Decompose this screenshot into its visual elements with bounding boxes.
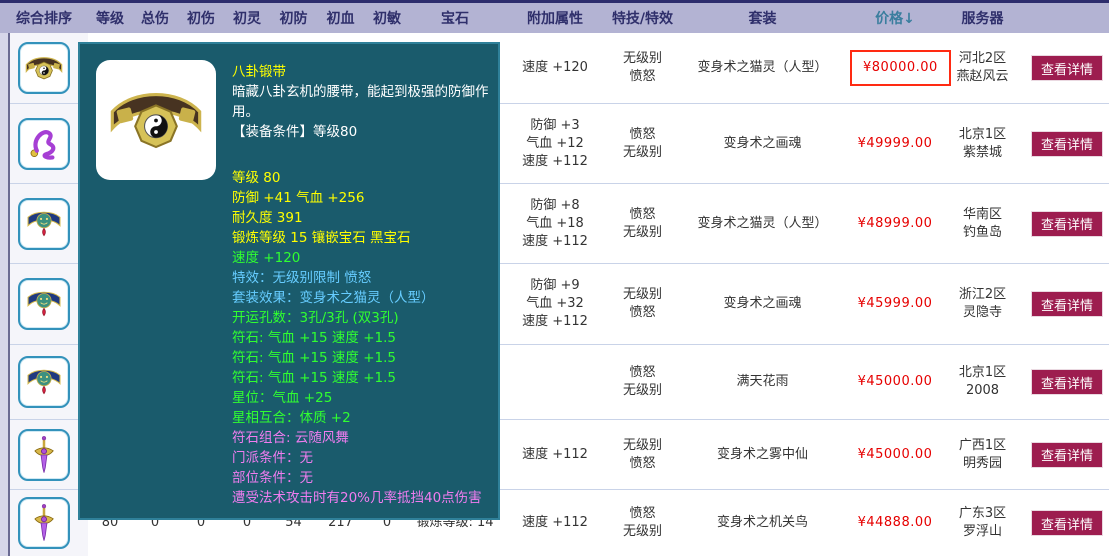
price-highlight-box: ¥80000.00: [850, 50, 951, 86]
cell-price: ¥45000.00: [857, 374, 933, 389]
bagua-belt-icon[interactable]: [18, 42, 70, 94]
item-description: 暗藏八卦玄机的腰带，能起到极强的防御作用。: [232, 84, 489, 120]
col-header-server: 服务器: [961, 11, 1004, 27]
cell-price: ¥80000.00: [850, 50, 951, 86]
stat-line: 符石: 气血 +15 速度 +1.5: [232, 370, 396, 386]
price-label: 价格: [875, 11, 904, 27]
purple-sword-icon[interactable]: [18, 428, 70, 481]
cell-attrs: 防御 +9 气血 +32 速度 +112: [522, 278, 588, 329]
col-header-zongshang[interactable]: 总伤: [132, 8, 178, 28]
cell-server: 广西1区 明秀园: [958, 437, 1007, 471]
cell-attrs: 速度 +112: [522, 446, 588, 462]
stat-line: 遭受法术攻击时有20%几率抵挡40点伤害: [232, 490, 482, 506]
item-icon-cell: [0, 33, 88, 103]
stat-line: 耐久度 391: [232, 210, 303, 226]
cell-attrs: 防御 +3 气血 +12 速度 +112: [522, 117, 588, 169]
purple-whip-icon[interactable]: [18, 117, 70, 170]
cell-suit: 变身术之机关鸟: [716, 515, 808, 530]
cell-price: ¥45000.00: [857, 446, 933, 462]
cell-suit: 变身术之画魂: [723, 135, 802, 151]
table-header: 综合排序 等级 总伤 初伤 初灵 初防 初血 初敏 宝石 附加属性 特技/特效 …: [0, 0, 1109, 33]
stat-line: 套装效果：变身术之猫灵（人型）: [232, 290, 435, 306]
cell-server: 广东3区 罗浮山: [958, 506, 1007, 539]
col-header-suit: 套装: [748, 11, 777, 27]
sort-desc-icon: ↓: [903, 11, 915, 27]
col-header-level[interactable]: 等级: [88, 8, 132, 28]
cell-price: ¥49999.00: [857, 135, 933, 151]
blue-belt-icon[interactable]: [18, 356, 70, 408]
col-header-chuxue[interactable]: 初血: [317, 8, 364, 28]
cell-server: 河北2区 燕赵风云: [956, 51, 1009, 84]
view-details-button[interactable]: 查看详情: [1031, 441, 1103, 468]
item-tooltip-body: 八卦锻带 暗藏八卦玄机的腰带，能起到极强的防御作用。 【装备条件】等级80 等级…: [232, 62, 490, 508]
cell-attrs: 防御 +8 气血 +18 速度 +112: [522, 197, 588, 249]
cell-attrs: 速度 +120: [522, 60, 588, 75]
item-image: [96, 60, 216, 180]
blue-belt-icon[interactable]: [18, 197, 70, 250]
cell-attrs: 速度 +112: [522, 515, 588, 530]
col-header-chushang[interactable]: 初伤: [178, 8, 224, 28]
cell-effects: 无级别 愤怒: [622, 287, 662, 320]
item-icon-cell: [0, 264, 88, 344]
item-equip-condition: 【装备条件】等级80: [232, 124, 358, 140]
stat-line: 符石: 气血 +15 速度 +1.5: [232, 350, 396, 366]
stat-line: 锻炼等级 15 镶嵌宝石 黑宝石: [232, 230, 411, 246]
stat-line: 星位：气血 +25: [232, 390, 333, 406]
cell-server: 北京1区 紫禁城: [958, 126, 1007, 160]
stat-line: 部位条件：无: [232, 470, 313, 486]
view-details-button[interactable]: 查看详情: [1031, 369, 1103, 395]
item-icon-cell: [0, 490, 88, 556]
item-tooltip: 八卦锻带 暗藏八卦玄机的腰带，能起到极强的防御作用。 【装备条件】等级80 等级…: [78, 42, 500, 520]
cell-price: ¥48999.00: [857, 215, 933, 231]
view-details-button[interactable]: 查看详情: [1031, 55, 1103, 81]
left-edge-strip: [0, 0, 10, 556]
stat-line: 速度 +120: [232, 250, 301, 266]
stat-line: 星相互合：体质 +2: [232, 410, 351, 426]
col-header-attrs: 附加属性: [527, 11, 583, 27]
stat-line: 特效：无级别限制 愤怒: [232, 270, 372, 286]
purple-sword-icon[interactable]: [18, 497, 70, 549]
cell-server: 浙江2区 灵隐寺: [958, 287, 1007, 320]
col-header-chufang[interactable]: 初防: [270, 8, 317, 28]
view-details-button[interactable]: 查看详情: [1031, 130, 1103, 157]
cell-suit: 变身术之猫灵（人型）: [697, 215, 828, 231]
item-icon-cell: [0, 104, 88, 183]
col-header-gem: 宝石: [441, 11, 469, 27]
view-details-button[interactable]: 查看详情: [1031, 291, 1103, 317]
cell-effects: 愤怒 无级别: [622, 506, 662, 539]
col-header-price[interactable]: 价格↓: [850, 8, 940, 28]
item-title: 八卦锻带: [232, 64, 286, 80]
stat-line: 符石: 气血 +15 速度 +1.5: [232, 330, 396, 346]
cell-price: ¥45999.00: [857, 296, 933, 311]
item-icon-cell: [0, 184, 88, 263]
cell-suit: 变身术之猫灵（人型）: [697, 60, 828, 75]
item-stats: 等级 80 防御 +41 气血 +256 耐久度 391 锻炼等级 15 镶嵌宝…: [232, 168, 490, 508]
stat-line: 开运孔数：3孔/3孔 (双3孔): [232, 310, 399, 326]
stat-line: 符石组合: 云随风舞: [232, 430, 349, 446]
cell-effects: 愤怒 无级别: [622, 365, 662, 398]
col-header-sort[interactable]: 综合排序: [0, 8, 88, 28]
item-market-page: 综合排序 等级 总伤 初伤 初灵 初防 初血 初敏 宝石 附加属性 特技/特效 …: [0, 0, 1109, 556]
item-icon-cell: [0, 420, 88, 489]
cell-effects: 愤怒 无级别: [622, 206, 662, 240]
item-icon-cell: [0, 345, 88, 419]
col-header-chuling[interactable]: 初灵: [224, 8, 270, 28]
blue-belt-icon[interactable]: [18, 278, 70, 330]
view-details-button[interactable]: 查看详情: [1031, 510, 1103, 536]
cell-server: 华南区 钓鱼岛: [962, 206, 1002, 240]
cell-suit: 变身术之画魂: [723, 296, 802, 311]
cell-suit: 满天花雨: [736, 374, 789, 389]
stat-line: 门派条件：无: [232, 450, 313, 466]
col-header-chumin[interactable]: 初敏: [364, 8, 410, 28]
cell-server: 北京1区 2008: [958, 365, 1007, 398]
cell-price: ¥44888.00: [857, 515, 933, 530]
view-details-button[interactable]: 查看详情: [1031, 210, 1103, 237]
col-header-effects: 特技/特效: [611, 11, 674, 27]
cell-effects: 无级别 愤怒: [622, 51, 662, 84]
cell-effects: 无级别 愤怒: [622, 437, 662, 471]
stat-line: 防御 +41 气血 +256: [232, 190, 365, 206]
cell-suit: 变身术之雾中仙: [716, 446, 808, 462]
cell-effects: 愤怒 无级别: [622, 126, 662, 160]
stat-line: 等级 80: [232, 170, 281, 186]
